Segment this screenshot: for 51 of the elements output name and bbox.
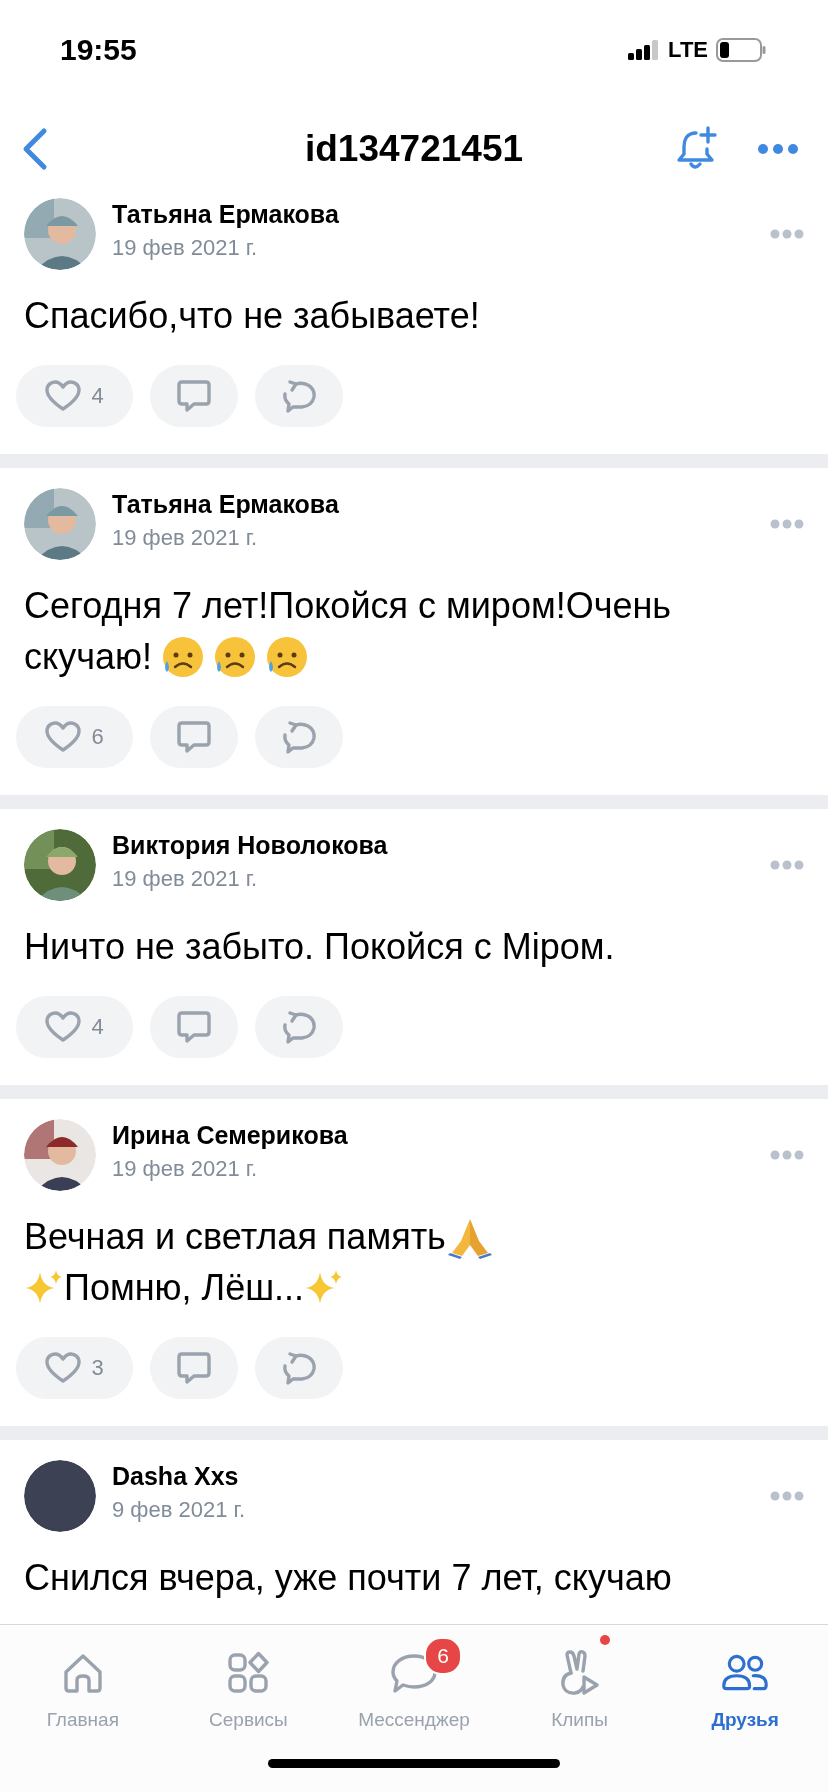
author-name[interactable]: Dasha Xxs [112,1461,770,1491]
author-name[interactable]: Татьяна Ермакова [112,199,770,229]
post-more-button[interactable] [770,229,804,239]
post-more-button[interactable] [770,1150,804,1160]
tab[interactable]: Клипы [496,1625,663,1735]
circular-arrow-icon [280,1009,318,1045]
status-time: 19:55 [60,33,137,67]
post-more-button[interactable] [770,519,804,529]
heart-icon [45,1011,82,1043]
like-button[interactable]: 4 [16,365,133,427]
circular-arrow-icon [280,1350,318,1386]
network-type: LTE [668,37,708,63]
battery-icon [716,38,766,62]
author-name[interactable]: Татьяна Ермакова [112,489,770,519]
tab[interactable]: Друзья [662,1625,828,1735]
post-text: Вечная и светлая память [24,1215,446,1259]
post-text: Спасибо,что не забываете! [24,294,480,338]
author-name[interactable]: Виктория Новолокова [112,830,770,860]
circular-arrow-icon [280,719,318,755]
tab[interactable]: Главная [0,1625,166,1735]
post-more-button[interactable] [770,860,804,870]
post-date: 19 фев 2021 г. [112,234,259,261]
post-more-button[interactable] [770,1491,804,1501]
comment-icon [176,1350,212,1386]
post-text: Сегодня 7 лет!Покойся с миром!Очень [24,584,672,628]
comment-icon [176,719,212,755]
tab[interactable]: Сервисы [165,1625,332,1735]
post-date: 19 фев 2021 г. [112,524,259,551]
page-title: id134721451 [304,128,524,170]
like-button[interactable]: 4 [16,996,133,1058]
author-name[interactable]: Ирина Семерикова [112,1120,770,1150]
post-date: 9 фев 2021 г. [112,1496,246,1523]
post-text: Помню, Лёш... [64,1266,305,1310]
comment-icon [176,1009,212,1045]
post-date: 19 фев 2021 г. [112,865,259,892]
comment-icon [176,378,212,414]
post-text: скучаю! [24,635,152,679]
grid-icon [225,1650,272,1696]
heart-icon [45,1352,82,1384]
post-text: Ничто не забыто. Покойся с Міром. [24,925,615,969]
post-date: 19 фев 2021 г. [112,1155,259,1182]
post-text: Снился вчера, уже почти 7 лет, скучаю [24,1556,672,1600]
unread-badge: 6 [424,1637,462,1675]
more-button[interactable] [758,143,798,155]
heart-icon [45,721,82,753]
signal-icon [628,40,661,60]
circular-arrow-icon [280,378,318,414]
like-button[interactable]: 3 [16,1337,133,1399]
heart-icon [45,380,82,412]
like-button[interactable]: 6 [16,706,133,768]
tab[interactable]: 6 Мессенджер [331,1625,497,1735]
